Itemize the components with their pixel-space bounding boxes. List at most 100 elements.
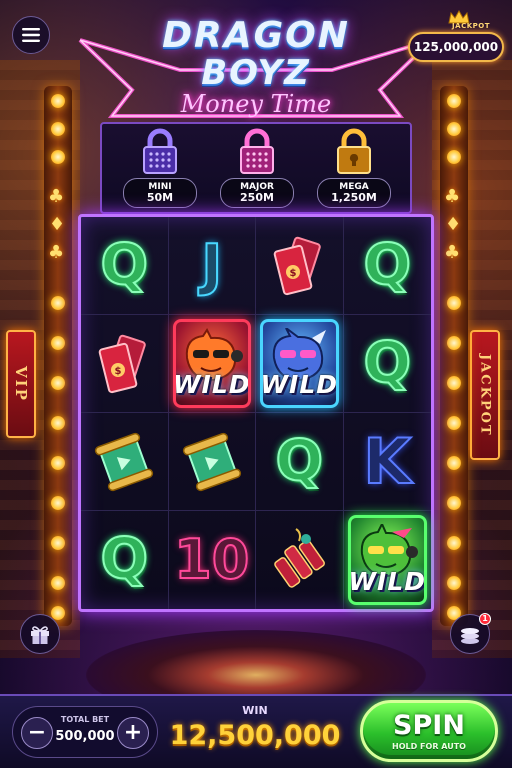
spin-sublabel: HOLD FOR AUTO (392, 741, 466, 751)
marquee-bulb (447, 576, 461, 590)
symbol-q: Q (362, 232, 412, 298)
club-icon: ♣ (444, 242, 461, 263)
club-icon: ♣ (444, 186, 461, 207)
marquee-bulb (447, 150, 461, 164)
increase-bet-button[interactable]: + (117, 717, 149, 749)
reel-cell (81, 413, 169, 511)
lock-major-amount: 250M (240, 190, 274, 204)
title-line-2: BOYZ (201, 53, 311, 93)
bottom-control-bar: − TOTAL BET 500,000 + WIN 12,500,000 SPI… (0, 694, 512, 768)
symbol-q: Q (274, 428, 324, 494)
vip-sign: VIP (6, 330, 36, 438)
wild-symbol-green: WILD (347, 515, 427, 605)
marquee-bulb (447, 496, 461, 510)
lock-mega-amount: 1,250M (331, 190, 377, 204)
symbol-q: Q (362, 330, 412, 396)
reel-cell (256, 511, 344, 609)
marquee-bulb (447, 536, 461, 550)
wild-label: WILD (172, 370, 251, 399)
marquee-bulb (51, 416, 65, 430)
marquee-pillar-right: ♣ ♦ ♣ (440, 86, 468, 626)
reel-cell: Q (343, 217, 431, 315)
reel-cell: $ (81, 315, 169, 413)
progressive-jackpot-panel: MINI 50M MAJOR 250M MEGA 1,250M (100, 122, 412, 214)
vip-sign-text: VIP (12, 366, 30, 402)
marquee-bulb (51, 122, 65, 136)
wild-symbol-blue: WILD (260, 319, 339, 408)
marquee-bulb (51, 496, 65, 510)
marquee-bulb (51, 150, 65, 164)
lock-mega: MEGA 1,250M (314, 128, 394, 208)
marquee-bulb (51, 576, 65, 590)
reel-cell (168, 413, 256, 511)
scroll-icon (182, 432, 241, 491)
jackpot-value: 125,000,000 (413, 40, 499, 54)
gift-button[interactable] (20, 614, 60, 654)
reel-cell: Q (343, 315, 431, 413)
title-subtitle: Money Time (180, 90, 332, 118)
reel-cell: Q (81, 217, 169, 315)
scroll-icon (95, 432, 154, 491)
marquee-bulb (51, 536, 65, 550)
hamburger-icon (22, 28, 40, 42)
reel-grid: Q J $ Q $ WILD WILD Q Q K Q 10 WILD (78, 214, 434, 612)
lock-major: MAJOR 250M (217, 128, 297, 208)
symbol-k: K (362, 424, 412, 498)
club-icon: ♣ (48, 242, 65, 263)
svg-text:$: $ (115, 366, 122, 377)
title-line-1: DRAGON (162, 15, 350, 56)
lock-mini-pill: MINI 50M (123, 178, 197, 208)
jackpot-display: 125,000,000 (408, 32, 504, 62)
spin-button[interactable]: SPIN HOLD FOR AUTO (360, 700, 498, 762)
marquee-bulb (51, 336, 65, 350)
wild-symbol-red: WILD (172, 319, 251, 408)
marquee-pillar-left: ♣ ♦ ♣ (44, 86, 72, 626)
padlock-icon (337, 128, 371, 174)
marquee-bulb (51, 376, 65, 390)
padlock-icon (143, 128, 177, 174)
lock-mini-amount: 50M (146, 190, 174, 204)
svg-text:$: $ (290, 268, 297, 279)
jackpot-sign-text: JACKPOT (477, 353, 493, 437)
reel-cell: K (343, 413, 431, 511)
marquee-bulb (51, 456, 65, 470)
reel-cell: WILD (256, 315, 344, 413)
notification-badge: 1 (479, 613, 491, 625)
marquee-bulb (447, 456, 461, 470)
reel-cell: 10 (169, 511, 256, 609)
wild-label: WILD (260, 370, 339, 399)
padlock-icon (240, 128, 274, 174)
diamond-icon: ♦ (445, 214, 462, 235)
reel-cell: Q (81, 511, 169, 609)
lock-mini: MINI 50M (120, 128, 200, 208)
symbol-j: J (200, 232, 223, 298)
win-value: 12,500,000 (169, 720, 341, 751)
symbol-10: 10 (173, 528, 250, 591)
club-icon: ♣ (48, 186, 65, 207)
gift-icon (31, 626, 49, 644)
ticket-icon: $ (273, 236, 322, 295)
marquee-bulb (447, 336, 461, 350)
wild-label: WILD (348, 567, 427, 596)
lock-mega-pill: MEGA 1,250M (317, 178, 391, 208)
reel-cell: WILD (168, 315, 256, 413)
lock-major-pill: MAJOR 250M (220, 178, 294, 208)
marquee-bulb (447, 376, 461, 390)
jackpot-sign: JACKPOT (470, 330, 500, 460)
reel-cell: $ (256, 217, 344, 315)
game-title: DRAGON BOYZ Money Time (60, 12, 452, 122)
symbol-q: Q (99, 232, 149, 298)
win-label: WIN (242, 704, 268, 717)
reel-cell: J (168, 217, 256, 315)
symbol-q: Q (99, 527, 149, 592)
reel-cell: WILD (344, 511, 432, 609)
menu-button[interactable] (12, 16, 50, 54)
diamond-icon: ♦ (49, 214, 66, 235)
jackpot-label: JACKPOT (452, 22, 490, 30)
marquee-bulb (447, 122, 461, 136)
coins-button[interactable]: 1 (450, 613, 491, 654)
spin-label: SPIN (393, 709, 465, 741)
reel-cell: Q (256, 413, 344, 511)
firecracker-icon (274, 528, 326, 588)
marquee-bulb (447, 416, 461, 430)
